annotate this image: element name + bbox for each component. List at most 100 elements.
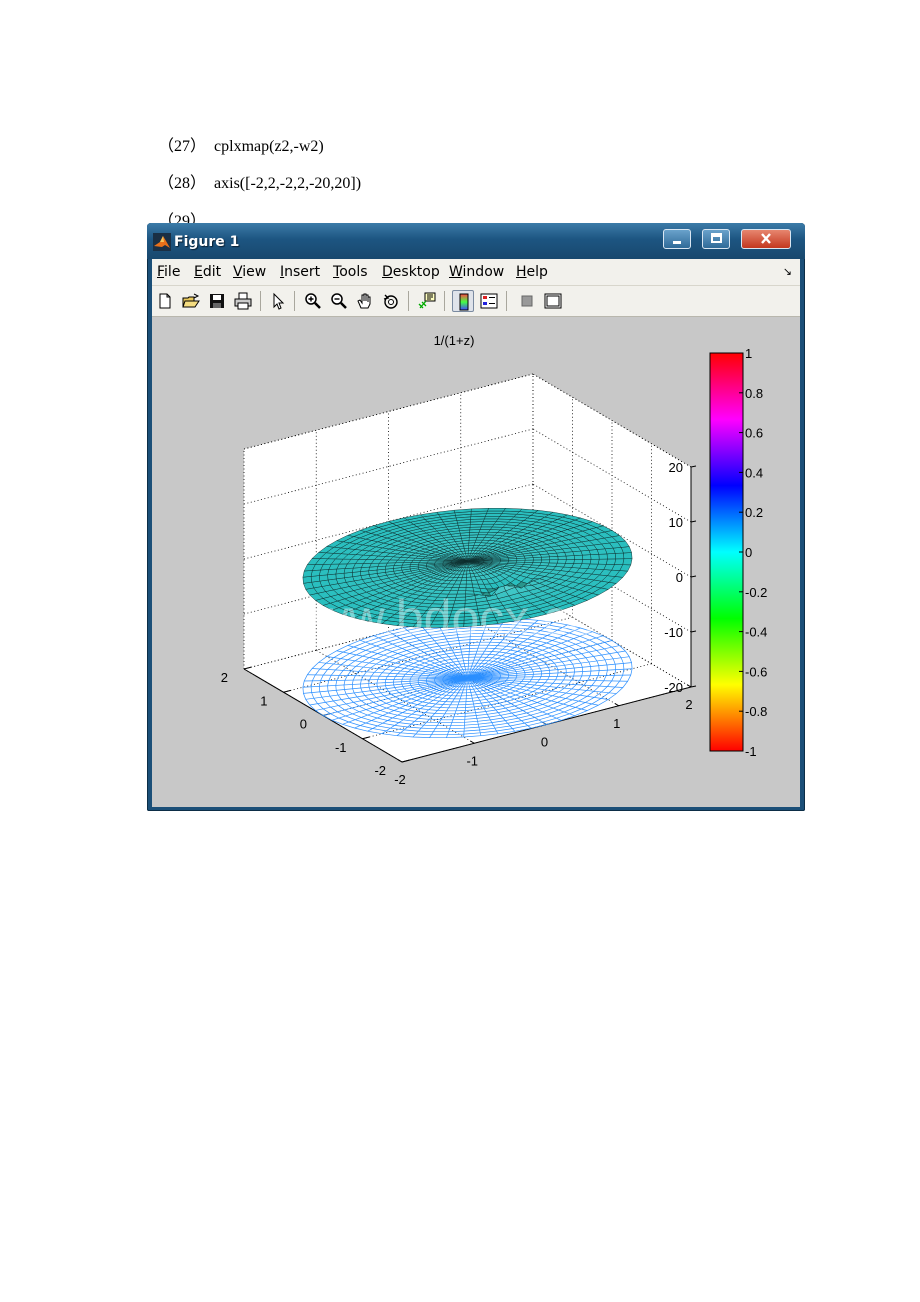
figure-toolbar	[152, 286, 800, 317]
toolbar-separator	[444, 291, 445, 311]
doc-line-code: axis([-2,2,-2,2,-20,20])	[214, 175, 362, 192]
surface-patch	[352, 567, 362, 573]
surface-patch	[310, 569, 321, 577]
show-plot-tools-button[interactable]	[542, 290, 564, 312]
toolbar-separator	[294, 291, 295, 311]
y-tick-label: -1	[466, 753, 478, 768]
save-button[interactable]	[206, 290, 228, 312]
surface-patch	[468, 539, 477, 544]
menu-edit[interactable]: Edit	[194, 264, 221, 280]
close-button[interactable]	[741, 229, 791, 249]
surface-patch	[476, 534, 487, 538]
z-tick-mark	[690, 630, 697, 633]
title-bar[interactable]: Figure 1	[147, 223, 805, 259]
maximize-button[interactable]	[702, 229, 730, 249]
menu-tools[interactable]: Tools	[333, 264, 368, 280]
open-file-button[interactable]	[180, 290, 202, 312]
zoom-out-icon	[331, 293, 347, 309]
surface-patch	[548, 559, 559, 564]
zoom-out-button[interactable]	[328, 290, 350, 312]
menu-help[interactable]: Help	[516, 264, 548, 280]
surface-patch	[622, 558, 633, 566]
surface-patch	[465, 583, 474, 588]
surface-patch	[327, 568, 338, 576]
surface-patch	[531, 562, 542, 566]
minimize-icon	[673, 241, 681, 244]
z-tick-label: 20	[669, 460, 683, 475]
menu-desktop[interactable]: Desktop	[382, 264, 440, 280]
zoom-in-button[interactable]	[302, 290, 324, 312]
y-tick-label: 1	[613, 716, 620, 731]
colorbar-tick-label: 0	[745, 545, 752, 560]
surface-patch	[540, 559, 551, 564]
close-icon	[761, 233, 771, 244]
surface-patch	[478, 529, 491, 533]
menu-bar: File Edit View Insert Tools Desktop Wind…	[152, 259, 800, 286]
surface-patch	[466, 576, 472, 581]
surface-patch	[483, 516, 501, 520]
data-cursor-icon	[418, 292, 436, 309]
insert-colorbar-button[interactable]	[452, 290, 474, 312]
menu-file[interactable]: File	[157, 264, 180, 280]
surface-patch	[470, 508, 489, 512]
surface-patch	[310, 575, 321, 583]
zoom-in-icon	[305, 293, 321, 309]
z-tick-label: -20	[664, 680, 683, 695]
menu-view[interactable]: View	[233, 264, 266, 280]
surface-patch	[597, 558, 608, 565]
surface-patch	[319, 569, 329, 576]
dock-figure-icon[interactable]: ↘	[783, 265, 792, 278]
toolbar-separator	[408, 291, 409, 311]
figure-window: Figure 1 File Edit View Insert Tools Des…	[147, 223, 805, 811]
open-file-icon	[182, 293, 200, 308]
figure-canvas[interactable]: -2 -2 -1 -1 0 0 1 1 2 2 -20 -10 0 10 20 1/(1+z) www.bd…	[152, 317, 800, 807]
surface-patch	[479, 526, 493, 530]
hide-plot-tools-button[interactable]	[516, 290, 538, 312]
surface-patch	[581, 559, 592, 565]
print-icon	[234, 292, 252, 310]
z-tick-label: 0	[676, 570, 683, 585]
edit-plot-icon	[273, 292, 285, 310]
colorbar-tick-label: -0.2	[745, 585, 767, 600]
rotate-3d-button[interactable]	[380, 290, 402, 312]
colorbar	[709, 352, 744, 752]
menu-window[interactable]: Window	[449, 264, 504, 280]
surface-plot: -2-2-1-1001122-20-1001020 1/(1+z) www.bd…	[221, 333, 768, 787]
insert-legend-button[interactable]	[478, 290, 500, 312]
surface-patch	[532, 559, 542, 563]
minimize-button[interactable]	[663, 229, 691, 249]
z-tick-mark	[690, 465, 697, 468]
surface-patch	[465, 580, 473, 585]
surface-patch	[471, 583, 481, 589]
colorbar-tick-label: -0.6	[745, 664, 767, 679]
surface-patch	[466, 573, 472, 578]
surface-patch	[335, 568, 346, 575]
surface-patch	[590, 554, 600, 560]
surface-patch	[487, 508, 506, 512]
doc-line-27: （27） cplxmap(z2,-w2)	[150, 114, 324, 156]
surface-patch	[582, 554, 592, 560]
y-tick-label: 2	[685, 697, 692, 712]
print-button[interactable]	[232, 290, 254, 312]
x-tick-label: 1	[260, 693, 267, 708]
surface-patch	[401, 562, 412, 566]
new-figure-button[interactable]	[154, 290, 176, 312]
surface-patch	[343, 567, 354, 574]
surface-patch	[565, 555, 575, 560]
watermark-text: www.bdocx.com	[275, 590, 637, 646]
x-tick-label: 0	[300, 717, 307, 732]
surface-patch	[477, 531, 489, 536]
surface-patch	[606, 558, 616, 565]
surface-patch	[614, 552, 625, 560]
surface-patch	[589, 558, 600, 565]
z-tick-label: -10	[664, 625, 683, 640]
hide-plot-tools-icon	[521, 295, 533, 307]
data-cursor-button[interactable]	[416, 290, 438, 312]
colorbar-tick-label: 0.6	[745, 426, 763, 441]
surface-patch	[481, 521, 497, 525]
window-title: Figure 1	[174, 234, 240, 250]
menu-insert[interactable]: Insert	[280, 264, 320, 280]
edit-plot-button[interactable]	[267, 290, 289, 312]
pan-button[interactable]	[354, 290, 376, 312]
new-figure-icon	[159, 293, 171, 309]
